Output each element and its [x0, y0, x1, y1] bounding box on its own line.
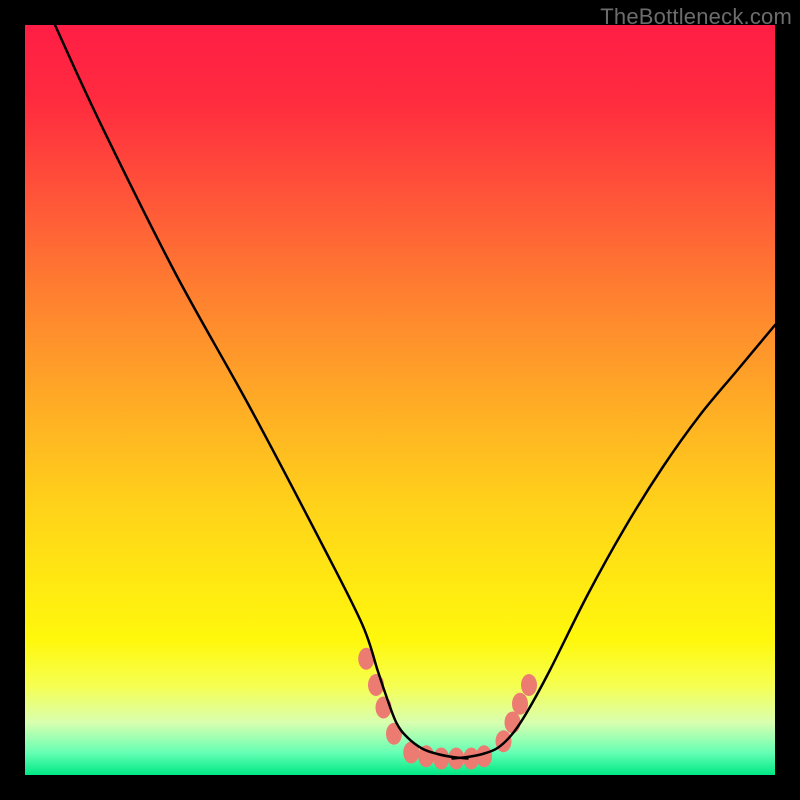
chart-plot-area: [25, 25, 775, 775]
curve-left-curve: [55, 25, 468, 759]
marker-point: [505, 712, 521, 734]
curve-right-curve: [453, 325, 776, 759]
chart-markers: [358, 648, 537, 770]
marker-point: [512, 693, 528, 715]
chart-frame: TheBottleneck.com: [0, 0, 800, 800]
watermark-text: TheBottleneck.com: [600, 4, 792, 30]
chart-svg: [25, 25, 775, 775]
chart-curves: [55, 25, 775, 759]
marker-point: [521, 674, 537, 696]
marker-point: [433, 748, 449, 770]
